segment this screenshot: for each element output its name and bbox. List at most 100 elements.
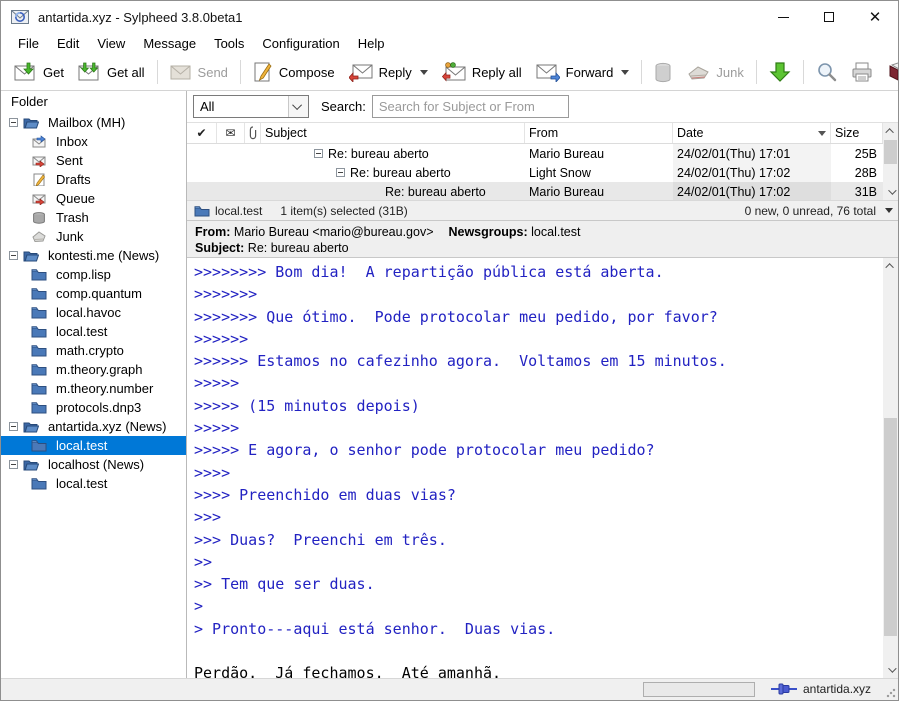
column-date[interactable]: Date bbox=[673, 123, 831, 143]
folder-label: Trash bbox=[52, 210, 93, 225]
message-row[interactable]: Re: bureau aberto Mario Bureau 24/02/01(… bbox=[187, 182, 883, 200]
column-mark[interactable]: ✔ bbox=[187, 123, 217, 143]
quoted-body-line: > Pronto---aqui está senhor. Duas vias. bbox=[194, 618, 882, 640]
folder-pane-header[interactable]: Folder bbox=[1, 91, 186, 113]
menu-tools[interactable]: Tools bbox=[205, 34, 253, 53]
folder-tree-item[interactable]: kontesti.me (News) bbox=[1, 246, 186, 265]
active-account-name: antartida.xyz bbox=[803, 682, 871, 696]
folder-icon bbox=[31, 230, 47, 243]
scrollbar-thumb[interactable] bbox=[884, 418, 897, 636]
message-row[interactable]: Re: bureau aberto Light Snow 24/02/01(Th… bbox=[187, 163, 883, 182]
message-body-scrollbar[interactable] bbox=[883, 258, 898, 678]
scroll-up-button[interactable] bbox=[883, 258, 898, 274]
reply-all-button[interactable]: Reply all bbox=[435, 58, 529, 86]
folder-tree-item[interactable]: Mailbox (MH) bbox=[1, 113, 186, 132]
menu-configuration[interactable]: Configuration bbox=[253, 34, 348, 53]
compose-button[interactable]: Compose bbox=[246, 57, 342, 87]
message-list: ✔ ✉ Subject From Date Size bbox=[187, 122, 898, 200]
collapse-icon[interactable] bbox=[9, 460, 18, 469]
print-button[interactable] bbox=[844, 58, 880, 86]
menu-message[interactable]: Message bbox=[134, 34, 205, 53]
folder-icon bbox=[31, 306, 47, 319]
quoted-body-line: >>> Duas? Preenchi em três. bbox=[194, 529, 882, 551]
collapse-icon[interactable] bbox=[314, 149, 323, 158]
folder-tree-item[interactable]: antartida.xyz (News) bbox=[1, 417, 186, 436]
folder-tree-item[interactable]: localhost (News) bbox=[1, 455, 186, 474]
menu-file[interactable]: File bbox=[9, 34, 48, 53]
forward-button[interactable]: Forward bbox=[529, 59, 637, 86]
folder-tree-item[interactable]: m.theory.number bbox=[1, 379, 186, 398]
scrollbar-thumb[interactable] bbox=[884, 140, 897, 164]
forward-dropdown-icon[interactable] bbox=[621, 70, 629, 75]
folder-tree-item[interactable]: comp.lisp bbox=[1, 265, 186, 284]
list-status-bar: local.test 1 item(s) selected (31B) 0 ne… bbox=[187, 200, 898, 220]
folder-tree-item[interactable]: local.havoc bbox=[1, 303, 186, 322]
filter-combobox[interactable]: All bbox=[193, 95, 309, 118]
folder-tree-item[interactable]: Queue bbox=[1, 189, 186, 208]
get-button[interactable]: Get bbox=[7, 58, 71, 86]
folder-icon bbox=[23, 249, 39, 262]
folder-tree-item[interactable]: math.crypto bbox=[1, 341, 186, 360]
search-input[interactable] bbox=[372, 95, 569, 118]
collapse-icon[interactable] bbox=[9, 118, 18, 127]
close-button[interactable]: ✕ bbox=[852, 1, 898, 33]
counts-dropdown-button[interactable] bbox=[882, 208, 896, 213]
folder-tree-item[interactable]: local.test bbox=[1, 474, 186, 493]
folder-icon bbox=[31, 173, 47, 186]
date-cell: 24/02/01(Thu) 17:02 bbox=[673, 182, 831, 200]
minimize-button[interactable] bbox=[760, 1, 806, 33]
send-button[interactable]: Send bbox=[163, 59, 235, 85]
column-from[interactable]: From bbox=[525, 123, 673, 143]
folder-tree-item[interactable]: Drafts bbox=[1, 170, 186, 189]
folder-tree-item[interactable]: m.theory.graph bbox=[1, 360, 186, 379]
address-book-button[interactable] bbox=[880, 58, 899, 86]
column-size[interactable]: Size bbox=[831, 123, 883, 143]
get-all-button[interactable]: Get all bbox=[71, 58, 152, 86]
menu-edit[interactable]: Edit bbox=[48, 34, 88, 53]
combo-dropdown-button[interactable] bbox=[288, 96, 308, 117]
subject-value: Re: bureau aberto bbox=[248, 241, 349, 255]
resize-grip[interactable] bbox=[886, 688, 896, 698]
reply-dropdown-icon[interactable] bbox=[420, 70, 428, 75]
folder-tree-item[interactable]: Junk bbox=[1, 227, 186, 246]
scroll-down-button[interactable] bbox=[883, 184, 898, 200]
folder-tree-item[interactable]: Trash bbox=[1, 208, 186, 227]
menu-view[interactable]: View bbox=[88, 34, 134, 53]
delete-button[interactable] bbox=[647, 58, 679, 87]
folder-icon bbox=[23, 420, 39, 433]
folder-tree-item[interactable]: comp.quantum bbox=[1, 284, 186, 303]
menubar: File Edit View Message Tools Configurati… bbox=[1, 33, 898, 54]
folder-tree-item[interactable]: protocols.dnp3 bbox=[1, 398, 186, 417]
size-cell: 25B bbox=[831, 147, 883, 161]
folder-icon bbox=[31, 401, 47, 414]
junk-icon bbox=[686, 64, 710, 81]
message-row[interactable]: Re: bureau aberto Mario Bureau 24/02/01(… bbox=[187, 144, 883, 163]
scroll-down-button[interactable] bbox=[883, 662, 898, 678]
maximize-button[interactable] bbox=[806, 1, 852, 33]
column-subject[interactable]: Subject bbox=[261, 123, 525, 143]
next-unread-button[interactable] bbox=[762, 57, 798, 87]
send-label: Send bbox=[198, 65, 228, 80]
junk-button[interactable]: Junk bbox=[679, 60, 750, 85]
collapse-icon[interactable] bbox=[9, 422, 18, 431]
folder-icon bbox=[31, 439, 47, 452]
subject-cell: Re: bureau aberto bbox=[261, 166, 525, 180]
column-mime[interactable] bbox=[245, 123, 261, 143]
subject-cell: Re: bureau aberto bbox=[261, 147, 525, 161]
folder-tree-item[interactable]: Inbox bbox=[1, 132, 186, 151]
column-unread[interactable]: ✉ bbox=[217, 123, 245, 143]
collapse-icon[interactable] bbox=[336, 168, 345, 177]
checkmark-icon: ✔ bbox=[196, 126, 206, 140]
reply-button[interactable]: Reply bbox=[342, 59, 435, 86]
quoted-body-line: > bbox=[194, 595, 882, 617]
scroll-up-button[interactable] bbox=[883, 123, 898, 139]
folder-tree-item[interactable]: local.test bbox=[1, 436, 186, 455]
menu-help[interactable]: Help bbox=[349, 34, 394, 53]
collapse-icon[interactable] bbox=[9, 251, 18, 260]
folder-tree-item[interactable]: local.test bbox=[1, 322, 186, 341]
body-line: Perdão. Já fechamos. Até amanhã. bbox=[194, 662, 882, 678]
search-button[interactable] bbox=[809, 58, 844, 87]
folder-tree-item[interactable]: Sent bbox=[1, 151, 186, 170]
quoted-body-line: >>>>> (15 minutos depois) bbox=[194, 395, 882, 417]
message-list-scrollbar[interactable] bbox=[883, 123, 898, 200]
